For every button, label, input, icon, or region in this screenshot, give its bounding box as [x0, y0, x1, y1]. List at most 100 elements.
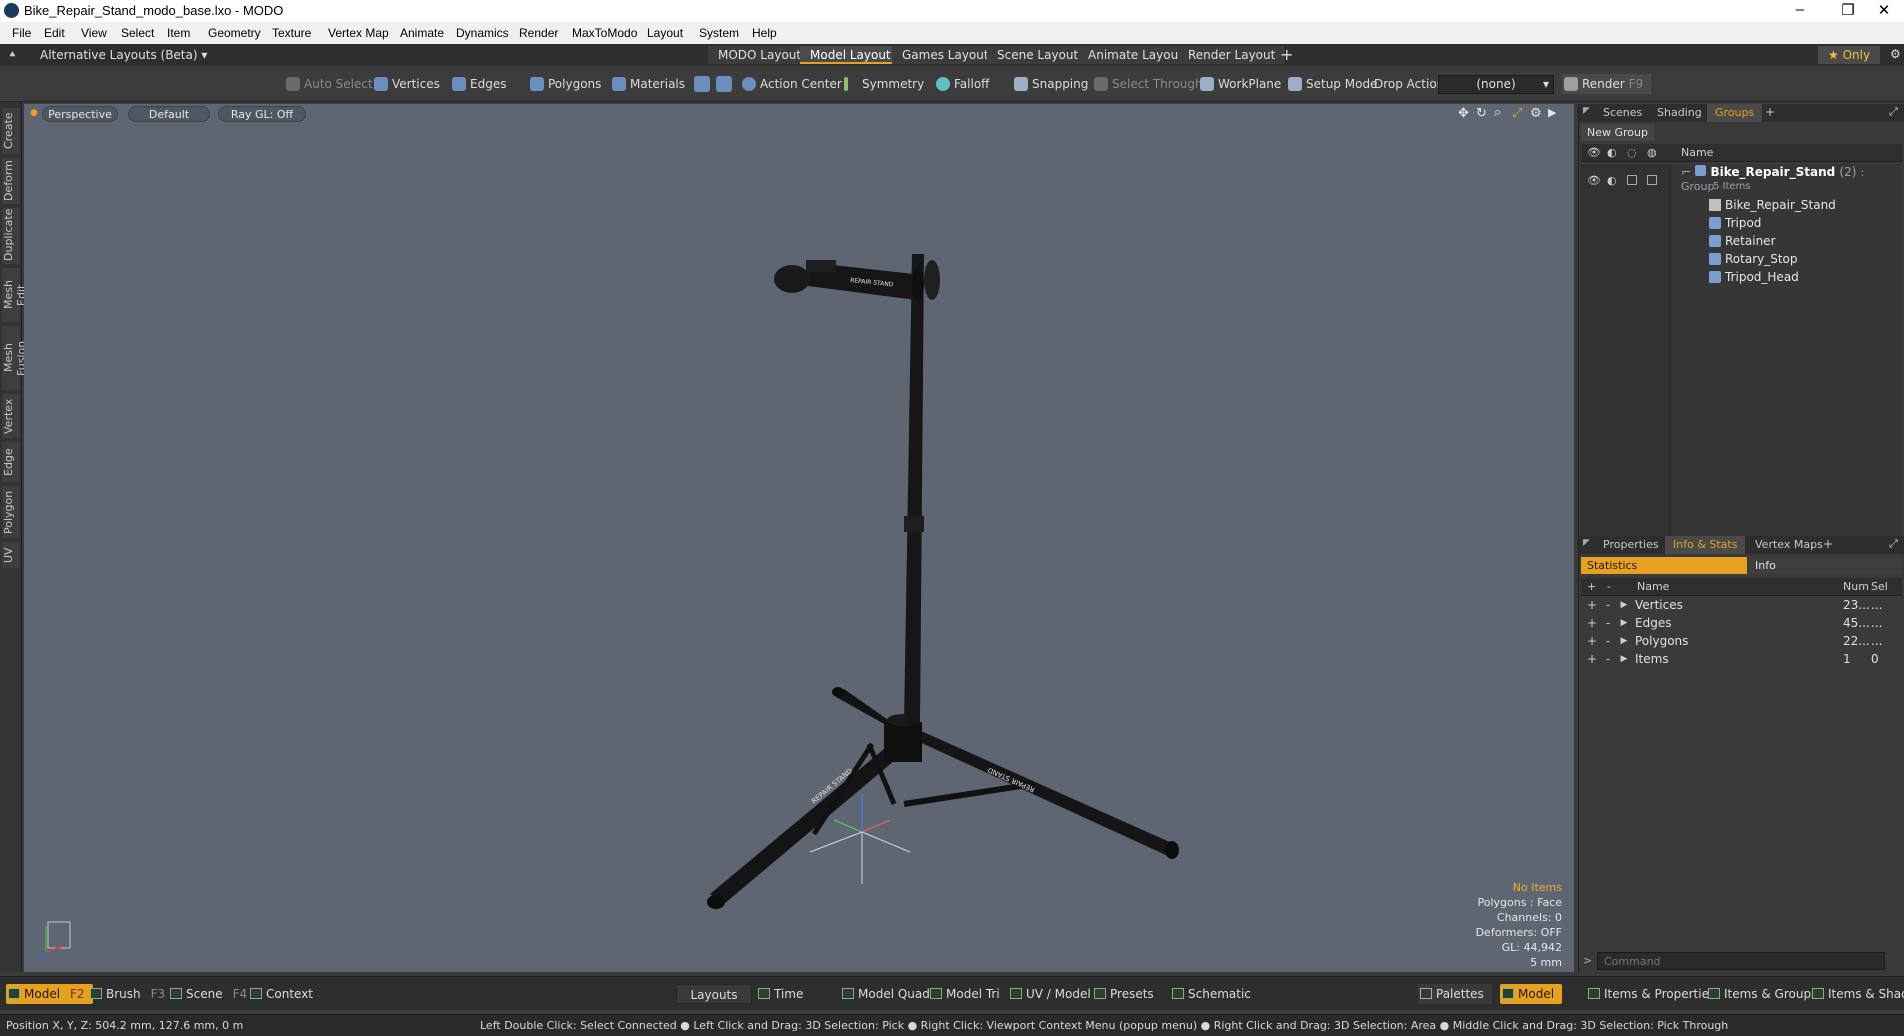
- tree-item-retainer[interactable]: Retainer: [1707, 232, 1776, 250]
- group-expand-icon[interactable]: ⌐: [1681, 165, 1691, 179]
- menu-vertex-map[interactable]: Vertex Map: [328, 26, 389, 40]
- items-properties-button[interactable]: Items & Properties: [1586, 984, 1715, 1004]
- group-select-toggle[interactable]: [1647, 175, 1657, 185]
- expand-panel-icon[interactable]: ⤢: [1889, 537, 1898, 551]
- stats-row-items[interactable]: + - ▶ Items 1 0: [1581, 650, 1902, 668]
- selection-set-icon[interactable]: [694, 76, 710, 92]
- menu-edit[interactable]: Edit: [44, 26, 65, 40]
- tab-mesh-fusion[interactable]: Mesh Fusion: [2, 326, 28, 390]
- expand-arrow-icon[interactable]: ▶: [1617, 632, 1631, 650]
- tab-uv[interactable]: UV: [2, 542, 20, 568]
- vertices-button[interactable]: Vertices: [372, 74, 440, 94]
- only-toggle[interactable]: ★ Only: [1818, 46, 1881, 64]
- tab-modo-layout[interactable]: MODO Layout: [708, 46, 813, 64]
- tree-item-bike-repair-stand[interactable]: Bike_Repair_Stand: [1707, 196, 1836, 214]
- tab-scene-layout[interactable]: Scene Layout: [987, 46, 1090, 64]
- tab-model-layout[interactable]: Model Layout: [800, 46, 902, 64]
- subtab-statistics[interactable]: Statistics: [1581, 557, 1747, 574]
- expand-arrow-icon[interactable]: ▶: [1617, 650, 1631, 668]
- tab-duplicate[interactable]: Duplicate: [2, 208, 20, 264]
- items-shading-button[interactable]: Items & Shading: [1810, 984, 1904, 1004]
- menu-maxtomodo[interactable]: MaxToModo: [572, 26, 637, 40]
- layout-settings-icon[interactable]: ⚙: [1890, 47, 1901, 61]
- render-button[interactable]: Render F9: [1562, 74, 1652, 94]
- expand-panel-icon[interactable]: ⤢: [1889, 105, 1898, 119]
- layouts-button[interactable]: Layouts: [676, 984, 752, 1004]
- stats-row-vertices[interactable]: + - ▶ Vertices 23... ...: [1581, 596, 1902, 614]
- close-button[interactable]: ✕: [1864, 1, 1904, 19]
- alternative-layouts-dropdown[interactable]: Alternative Layouts (Beta) ▾: [40, 48, 207, 62]
- tab-info-stats[interactable]: Info & Stats: [1665, 536, 1746, 554]
- menu-system[interactable]: System: [699, 26, 739, 40]
- menu-view[interactable]: View: [81, 26, 107, 40]
- model-quad-button[interactable]: Model Quad: [840, 984, 930, 1004]
- group-render-toggle[interactable]: ◐: [1607, 174, 1617, 187]
- setup-mode-button[interactable]: Setup Mode: [1286, 74, 1377, 94]
- tree-item-tripod-head[interactable]: Tripod_Head: [1707, 268, 1799, 286]
- stats-row-edges[interactable]: + - ▶ Edges 45... ...: [1581, 614, 1902, 632]
- model-tri-button[interactable]: Model Tri: [928, 984, 1000, 1004]
- tab-create[interactable]: Create: [2, 108, 20, 154]
- menu-layout[interactable]: Layout: [647, 26, 683, 40]
- items-groups-button[interactable]: Items & Groups: [1706, 984, 1817, 1004]
- menu-geometry[interactable]: Geometry: [208, 26, 261, 40]
- tab-vertex-maps[interactable]: Vertex Maps: [1747, 536, 1831, 554]
- menu-select[interactable]: Select: [121, 26, 154, 40]
- snapping-button[interactable]: Snapping: [1012, 74, 1088, 94]
- command-history-arrow-icon[interactable]: >: [1583, 954, 1592, 967]
- palettes-button[interactable]: Palettes: [1418, 984, 1492, 1004]
- add-layout-button[interactable]: +: [1280, 45, 1293, 64]
- group-lock-toggle[interactable]: [1627, 175, 1637, 185]
- expand-arrow-icon[interactable]: ▶: [1617, 614, 1631, 632]
- command-input[interactable]: [1597, 952, 1885, 970]
- tab-groups[interactable]: Groups: [1707, 104, 1763, 122]
- menu-dynamics[interactable]: Dynamics: [456, 26, 509, 40]
- symmetry-button[interactable]: Symmetry: [842, 74, 924, 94]
- collapse-all-icon[interactable]: -: [1607, 580, 1611, 593]
- select-through-button[interactable]: Select Through: [1092, 74, 1203, 94]
- action-center-button[interactable]: Action Center: [740, 74, 842, 94]
- tab-animate-layout[interactable]: Animate Layout: [1078, 46, 1194, 64]
- tab-games-layout[interactable]: Games Layout: [892, 46, 1000, 64]
- uv-model-button[interactable]: UV / Model: [1008, 984, 1091, 1004]
- menu-render[interactable]: Render: [519, 26, 558, 40]
- layout-pin-icon[interactable]: ⯅: [8, 48, 17, 62]
- auto-select-button[interactable]: Auto Select: [284, 74, 373, 94]
- add-tab-button[interactable]: +: [1765, 105, 1775, 119]
- menu-file[interactable]: File: [12, 26, 31, 40]
- edges-button[interactable]: Edges: [450, 74, 506, 94]
- 3d-viewport[interactable]: ● Perspective Default Ray GL: Off ✥ ↻ ⌕ …: [24, 104, 1574, 972]
- tab-mesh-edit[interactable]: Mesh Edit: [2, 268, 28, 322]
- tab-scenes[interactable]: Scenes: [1595, 104, 1650, 122]
- new-group-button[interactable]: New Group: [1581, 124, 1654, 141]
- expand-arrow-icon[interactable]: ▶: [1617, 596, 1631, 614]
- presets-button[interactable]: Presets: [1092, 984, 1154, 1004]
- tab-render-layout[interactable]: Render Layout: [1178, 46, 1287, 64]
- scene-mode-button[interactable]: Scene F4: [168, 984, 247, 1004]
- menu-texture[interactable]: Texture: [272, 26, 311, 40]
- tree-item-rotary-stop[interactable]: Rotary_Stop: [1707, 250, 1798, 268]
- brush-mode-button[interactable]: Brush F3: [88, 984, 165, 1004]
- time-button[interactable]: Time: [756, 984, 803, 1004]
- stats-row-polygons[interactable]: + - ▶ Polygons 22... ...: [1581, 632, 1902, 650]
- selection-mode-icon[interactable]: [716, 76, 732, 92]
- tree-item-tripod[interactable]: Tripod: [1707, 214, 1761, 232]
- model-mode-button[interactable]: Model F2: [6, 984, 93, 1004]
- falloff-button[interactable]: Falloff: [934, 74, 989, 94]
- subtab-info[interactable]: Info: [1749, 557, 1901, 574]
- tab-shading[interactable]: Shading: [1649, 104, 1710, 122]
- expand-all-icon[interactable]: +: [1587, 580, 1596, 593]
- model-layout-button[interactable]: Model: [1500, 984, 1563, 1004]
- context-mode-button[interactable]: Context: [248, 984, 313, 1004]
- drop-action-dropdown[interactable]: (none) ▾: [1438, 75, 1554, 94]
- tab-edge[interactable]: Edge: [2, 442, 20, 482]
- tab-properties[interactable]: Properties: [1595, 536, 1667, 554]
- workplane-button[interactable]: WorkPlane: [1198, 74, 1281, 94]
- polygons-button[interactable]: Polygons: [528, 74, 601, 94]
- minimize-button[interactable]: –: [1780, 1, 1820, 18]
- schematic-button[interactable]: Schematic: [1170, 984, 1251, 1004]
- tab-polygon[interactable]: Polygon: [2, 486, 20, 538]
- menu-item[interactable]: Item: [167, 26, 190, 40]
- add-tab-button[interactable]: +: [1823, 537, 1833, 551]
- panel-options-icon[interactable]: ◤: [1583, 538, 1590, 548]
